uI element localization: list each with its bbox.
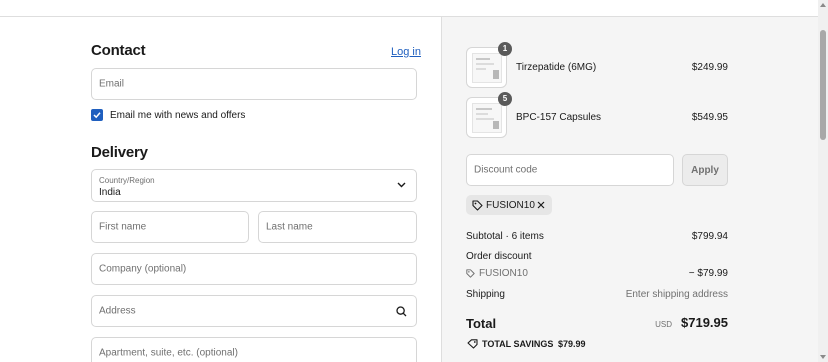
address-placeholder: Address [99, 305, 136, 317]
total-value: $719.95 [681, 315, 728, 330]
order-discount-label: Order discount [466, 251, 532, 262]
item-name: BPC-157 Capsules [516, 112, 602, 123]
total-currency: USD [655, 320, 672, 329]
apartment-placeholder: Apartment, suite, etc. (optional) [99, 347, 238, 359]
savings-tag-icon [467, 339, 478, 349]
quantity-badge: 5 [498, 92, 512, 106]
news-checkbox[interactable] [91, 109, 103, 121]
item-price: $249.99 [691, 62, 728, 73]
order-discount-value: − $79.99 [688, 268, 728, 279]
delivery-heading: Delivery [91, 144, 148, 161]
order-discount-code: FUSION10 [479, 268, 528, 279]
login-link[interactable]: Log in [391, 46, 421, 58]
savings-value: $79.99 [558, 339, 586, 349]
page-scrollbar[interactable] [818, 0, 828, 362]
item-name: Tirzepatide (6MG) [516, 62, 597, 73]
first-name-placeholder: First name [99, 221, 147, 233]
checkmark-icon [93, 112, 101, 119]
quantity-badge: 1 [498, 42, 512, 56]
company-placeholder: Company (optional) [99, 263, 187, 275]
scroll-down-arrow-icon[interactable] [820, 355, 826, 359]
tag-icon [472, 200, 483, 211]
subtotal-value: $799.94 [691, 231, 728, 242]
country-value: India [99, 187, 121, 198]
scroll-up-arrow-icon[interactable] [820, 3, 826, 7]
applied-discount-chip: FUSION10 [466, 195, 552, 215]
shipping-value: Enter shipping address [625, 289, 728, 300]
country-select[interactable]: Country/Region India [91, 169, 417, 202]
last-name-placeholder: Last name [266, 221, 313, 233]
subtotal-label: Subtotal · 6 items [466, 231, 544, 242]
top-bar [0, 0, 818, 17]
applied-discount-code: FUSION10 [486, 200, 535, 211]
news-checkbox-label: Email me with news and offers [110, 110, 246, 121]
search-icon[interactable] [396, 306, 407, 317]
email-placeholder: Email [99, 78, 125, 90]
apartment-field[interactable]: Apartment, suite, etc. (optional) [91, 337, 417, 362]
product-image [472, 103, 502, 133]
country-label: Country/Region [99, 176, 155, 185]
first-name-field[interactable]: First name [91, 211, 249, 243]
chevron-down-icon [397, 182, 406, 188]
email-field[interactable]: Email [91, 68, 417, 100]
discount-code-field[interactable]: Discount code [466, 154, 674, 186]
tag-icon [466, 269, 475, 278]
address-field[interactable]: Address [91, 295, 417, 327]
apply-button[interactable]: Apply [682, 154, 728, 186]
product-image [472, 53, 502, 83]
item-price: $549.95 [691, 112, 728, 123]
shipping-label: Shipping [466, 289, 505, 300]
discount-code-placeholder: Discount code [474, 164, 538, 176]
scrollbar-thumb[interactable] [820, 30, 826, 140]
savings-label: TOTAL SAVINGS [482, 339, 554, 349]
contact-heading: Contact [91, 42, 146, 59]
last-name-field[interactable]: Last name [258, 211, 417, 243]
total-label: Total [466, 316, 497, 331]
remove-discount-icon[interactable] [537, 201, 545, 209]
company-field[interactable]: Company (optional) [91, 253, 417, 285]
